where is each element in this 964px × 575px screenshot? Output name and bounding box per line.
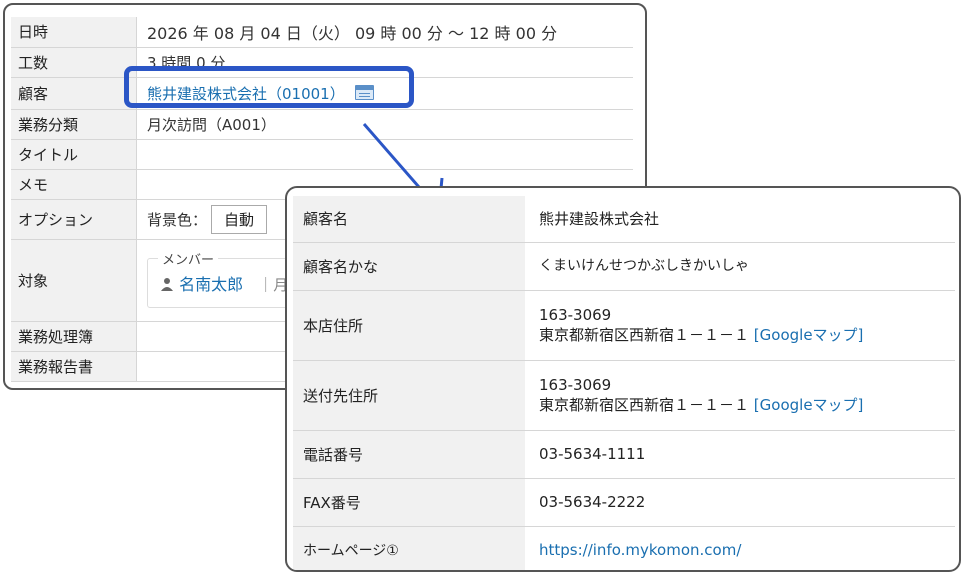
head-office-postal: 163-3069 — [539, 306, 612, 324]
shipping-address-text: 東京都新宿区西新宿１－１－１ — [539, 396, 750, 414]
value-customer-name: 熊井建設株式会社 — [525, 196, 955, 243]
shipping-postal: 163-3069 — [539, 376, 612, 394]
value-phone: 03-5634-1111 — [525, 430, 955, 479]
value-shipping-address: 163-3069 東京都新宿区西新宿１－１－１ [Googleマップ] — [525, 360, 955, 431]
label-shipping-address: 送付先住所 — [293, 360, 525, 431]
value-homepage: https://info.mykomon.com/ — [525, 526, 955, 570]
customer-info-table: 顧客名 熊井建設株式会社 顧客名かな くまいけんせつかぶしきかいしゃ 本店住所 … — [293, 196, 955, 570]
homepage-link[interactable]: https://info.mykomon.com/ — [539, 541, 741, 559]
value-head-office-address: 163-3069 東京都新宿区西新宿１－１－１ [Googleマップ] — [525, 290, 955, 361]
label-phone: 電話番号 — [293, 430, 525, 479]
label-customer-name: 顧客名 — [293, 196, 525, 243]
label-customer-kana: 顧客名かな — [293, 242, 525, 291]
label-homepage: ホームページ① — [293, 526, 525, 570]
head-office-map-link[interactable]: [Googleマップ] — [754, 326, 864, 344]
label-head-office-address: 本店住所 — [293, 290, 525, 361]
value-customer-kana: くまいけんせつかぶしきかいしゃ — [525, 242, 955, 291]
label-fax: FAX番号 — [293, 478, 525, 527]
shipping-map-link[interactable]: [Googleマップ] — [754, 396, 864, 414]
customer-info-popup: 顧客名 熊井建設株式会社 顧客名かな くまいけんせつかぶしきかいしゃ 本店住所 … — [285, 186, 961, 572]
head-office-address-text: 東京都新宿区西新宿１－１－１ — [539, 326, 750, 344]
value-fax: 03-5634-2222 — [525, 478, 955, 527]
